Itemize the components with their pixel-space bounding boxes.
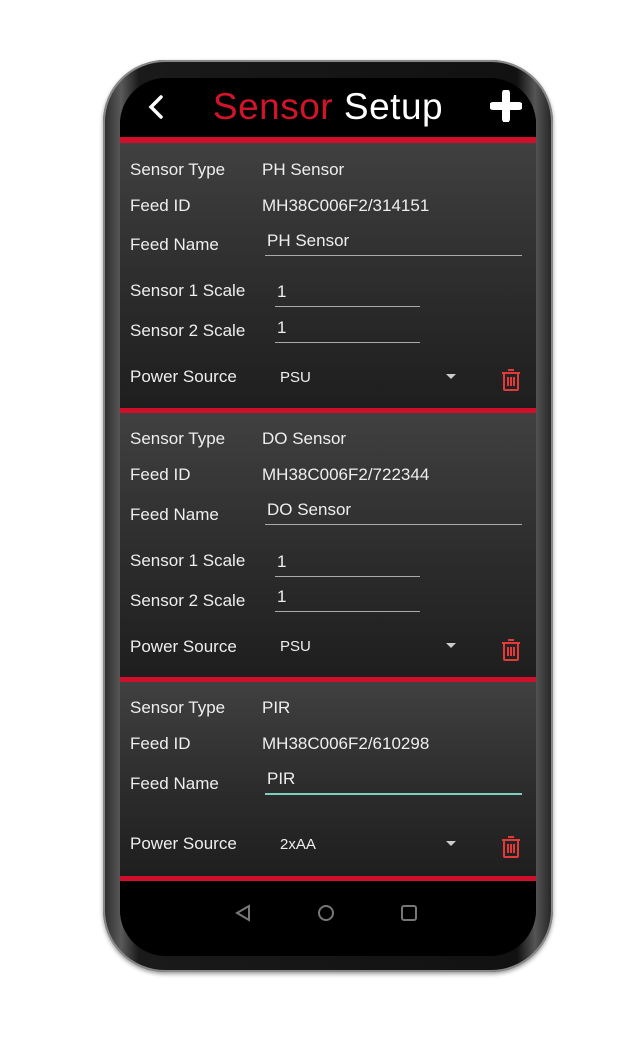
power-source-label: Power Source [130, 367, 237, 386]
sensor-card: Sensor Type PIR Feed ID MH38C006F2/61029… [120, 682, 536, 876]
android-nav-bar [120, 882, 536, 956]
feed-id-label: Feed ID [130, 734, 191, 753]
power-source-select[interactable]: PSU [280, 369, 311, 386]
feed-name-input[interactable]: PIR [265, 769, 522, 795]
page-title: Sensor Setup [212, 86, 444, 127]
sensor-card: Sensor Type DO Sensor Feed ID MH38C006F2… [120, 413, 536, 677]
feed-name-label: Feed Name [130, 774, 219, 793]
sensor2-scale-input[interactable]: 1 [275, 318, 420, 343]
sensor-type-value: PIR [262, 698, 291, 717]
screen: Sensor Setup Sensor Type PH Sensor Feed … [120, 78, 536, 956]
trash-icon[interactable] [500, 368, 522, 392]
sensor1-scale-input[interactable]: 1 [275, 552, 420, 577]
sensor2-scale-label: Sensor 2 Scale [130, 591, 246, 610]
recents-square-icon[interactable] [400, 904, 418, 922]
dropdown-arrow-icon[interactable] [446, 374, 456, 379]
sensor2-scale-label: Sensor 2 Scale [130, 321, 246, 340]
power-source-label: Power Source [130, 637, 237, 656]
power-source-select[interactable]: PSU [280, 638, 311, 655]
back-triangle-icon[interactable] [234, 904, 252, 922]
home-circle-icon[interactable] [317, 904, 335, 922]
divider [120, 876, 536, 881]
sensor-type-label: Sensor Type [130, 698, 226, 717]
sensor1-scale-input[interactable]: 1 [275, 282, 420, 307]
feed-id-value: MH38C006F2/314151 [262, 196, 430, 215]
sensor-type-label: Sensor Type [130, 429, 226, 448]
power-source-select[interactable]: 2xAA [280, 836, 316, 853]
dropdown-arrow-icon[interactable] [446, 643, 456, 648]
sensor2-scale-input[interactable]: 1 [275, 587, 420, 612]
feed-name-label: Feed Name [130, 505, 219, 524]
feed-name-input[interactable]: DO Sensor [265, 500, 522, 525]
dropdown-arrow-icon[interactable] [446, 841, 456, 846]
sensor1-scale-label: Sensor 1 Scale [130, 281, 246, 300]
feed-id-label: Feed ID [130, 465, 191, 484]
feed-name-label: Feed Name [130, 235, 219, 254]
feed-id-value: MH38C006F2/722344 [262, 465, 430, 484]
sensor-type-value: DO Sensor [262, 429, 347, 448]
trash-icon[interactable] [500, 638, 522, 662]
sensor1-scale-label: Sensor 1 Scale [130, 551, 246, 570]
feed-name-input[interactable]: PH Sensor [265, 231, 522, 256]
plus-icon[interactable] [490, 90, 522, 122]
app-header: Sensor Setup [120, 78, 536, 137]
feed-id-label: Feed ID [130, 196, 191, 215]
power-source-label: Power Source [130, 834, 237, 853]
feed-id-value: MH38C006F2/610298 [262, 734, 430, 753]
sensor-card: Sensor Type PH Sensor Feed ID MH38C006F2… [120, 143, 536, 408]
trash-icon[interactable] [500, 835, 522, 859]
sensor-type-label: Sensor Type [130, 160, 226, 179]
sensor-type-value: PH Sensor [262, 160, 345, 179]
